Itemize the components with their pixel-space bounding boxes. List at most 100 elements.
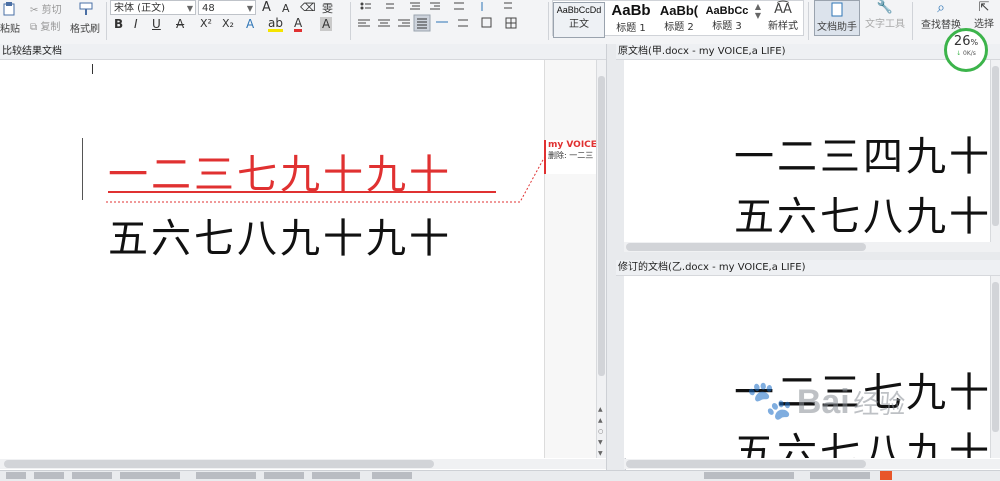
numbered-list-icon bbox=[386, 3, 394, 9]
balloon-author: my VOICE, bbox=[548, 140, 596, 150]
bold-button[interactable]: B bbox=[114, 17, 123, 31]
font-size-select[interactable]: 48 ▼ bbox=[198, 0, 256, 15]
watermark: 🐾 Bai 经验 bbox=[746, 378, 905, 423]
hscroll-thumb[interactable] bbox=[626, 460, 866, 468]
scissors-icon: ✂ bbox=[30, 5, 39, 16]
show-marks-icon bbox=[504, 2, 512, 9]
wps-logo-icon bbox=[880, 471, 892, 480]
doc-assistant-button[interactable]: 文档助手 bbox=[814, 0, 860, 36]
cut-label: 剪切 bbox=[41, 5, 62, 16]
revision-connector bbox=[106, 157, 545, 203]
font-name-value: 宋体 (正文) bbox=[114, 3, 165, 14]
revised-vertical-scrollbar[interactable] bbox=[990, 276, 1000, 458]
status-item[interactable] bbox=[6, 472, 26, 479]
highlight-button[interactable]: ab bbox=[268, 17, 283, 32]
style-sample: AaBb bbox=[611, 2, 651, 19]
paste-button[interactable]: 粘贴 bbox=[0, 2, 22, 38]
comparison-vertical-scrollbar[interactable]: ▲ ▲ ○ ▼ ▼ bbox=[596, 60, 606, 458]
revised-text-line[interactable]: 五六七八九十 bbox=[734, 420, 990, 458]
chevron-down-icon: ▼ bbox=[186, 4, 193, 13]
find-replace-button[interactable]: ⌕ 查找替换 bbox=[918, 0, 964, 31]
font-color-button[interactable]: A bbox=[294, 17, 303, 32]
status-item[interactable] bbox=[196, 472, 256, 479]
style-heading-3[interactable]: AaBbCc 标题 3 bbox=[703, 2, 751, 36]
network-speed-widget[interactable]: 26% ↓ 0K/s bbox=[944, 28, 988, 72]
style-normal[interactable]: AaBbCcDd 正文 bbox=[553, 2, 605, 38]
paste-label: 粘贴 bbox=[0, 24, 20, 35]
paragraph-toolbar[interactable] bbox=[354, 0, 544, 40]
shrink-font-button[interactable]: A bbox=[282, 2, 290, 15]
scroll-nav-icons[interactable]: ▲ ▲ ○ ▼ ▼ bbox=[598, 404, 603, 459]
status-item[interactable] bbox=[120, 472, 180, 479]
style-name: 标题 3 bbox=[712, 21, 742, 32]
style-gallery: AaBbCcDd 正文 AaBb 标题 1 AaBb( 标题 2 AaBbCc … bbox=[552, 0, 804, 38]
style-name: 正文 bbox=[569, 19, 589, 30]
char-shading-button[interactable]: A bbox=[320, 17, 333, 31]
new-style-icon: A͡A bbox=[774, 2, 792, 17]
comparison-document-pane: 一二三七九十九十 五六七八九十九十 my VOICE, 删除: 一二三 bbox=[0, 60, 596, 458]
border-icon bbox=[505, 17, 517, 29]
original-vertical-scrollbar[interactable] bbox=[990, 60, 1000, 242]
status-item[interactable] bbox=[72, 472, 112, 479]
view-mode-icons[interactable] bbox=[704, 472, 794, 479]
format-painter-button[interactable]: 格式刷 bbox=[70, 2, 104, 38]
hscroll-thumb[interactable] bbox=[4, 460, 434, 468]
status-item[interactable] bbox=[312, 472, 360, 479]
cut-button[interactable]: ✂ 剪切 bbox=[30, 1, 62, 16]
underline-button[interactable]: U bbox=[152, 17, 161, 31]
hscroll-thumb[interactable] bbox=[626, 243, 866, 251]
find-replace-label: 查找替换 bbox=[921, 20, 961, 31]
chevron-down-icon: ▼ bbox=[246, 4, 253, 13]
copy-button[interactable]: ⧉ 复制 bbox=[30, 18, 60, 33]
subscript-button[interactable]: X₂ bbox=[222, 17, 234, 30]
speed-rate: ↓ 0K/s bbox=[956, 50, 976, 57]
pane-divider[interactable] bbox=[616, 252, 1000, 260]
search-icon: ⌕ bbox=[937, 0, 945, 16]
scroll-thumb[interactable] bbox=[992, 66, 999, 226]
format-painter-icon bbox=[79, 2, 93, 15]
balloon-text: 删除: 一二三 bbox=[548, 151, 594, 160]
scroll-thumb[interactable] bbox=[992, 282, 999, 432]
original-horizontal-scrollbar[interactable] bbox=[624, 242, 1000, 252]
style-heading-1[interactable]: AaBb 标题 1 bbox=[607, 2, 655, 36]
original-text-line[interactable]: 一二三四九十 bbox=[734, 124, 990, 182]
style-name: 标题 2 bbox=[664, 22, 694, 33]
margin-marker-top bbox=[92, 64, 93, 74]
phonetic-guide-button[interactable]: 雯 bbox=[322, 0, 333, 16]
comparison-pane-title: 比较结果文档 bbox=[0, 44, 608, 60]
watermark-logo-icon: 🐾 bbox=[746, 378, 794, 422]
revised-pane-title: 修订的文档(乙.docx - my VOICE,a LIFE) bbox=[616, 260, 1000, 276]
font-size-value: 48 bbox=[202, 3, 215, 14]
comparison-horizontal-scrollbar[interactable] bbox=[0, 459, 606, 469]
revised-document-pane: 一二三七九十 五六七八九十 🐾 Bai 经验 bbox=[624, 276, 990, 458]
zoom-control[interactable] bbox=[810, 472, 870, 479]
select-button[interactable]: ⇱ 选择 bbox=[968, 0, 1000, 30]
new-style-button[interactable]: A͡A 新样式 bbox=[763, 2, 803, 36]
status-item[interactable] bbox=[264, 472, 304, 479]
superscript-button[interactable]: X² bbox=[200, 17, 212, 30]
doc-assistant-icon bbox=[831, 2, 843, 17]
align-center-icon bbox=[378, 19, 390, 27]
original-text-line[interactable]: 五六七八九十 bbox=[734, 184, 990, 242]
style-heading-2[interactable]: AaBb( 标题 2 bbox=[655, 2, 703, 36]
select-label: 选择 bbox=[974, 19, 994, 30]
scroll-thumb[interactable] bbox=[598, 76, 605, 376]
strikethrough-button[interactable]: A bbox=[176, 17, 184, 31]
watermark-sub: 经验 bbox=[853, 390, 906, 420]
text-tools-button[interactable]: 🔧 文字工具 bbox=[862, 0, 908, 30]
grow-font-button[interactable]: A bbox=[262, 0, 271, 15]
new-style-label: 新样式 bbox=[768, 21, 798, 32]
style-gallery-scroll[interactable]: ▲ ▼ bbox=[753, 2, 763, 36]
speed-percent: 26% bbox=[953, 34, 979, 49]
font-name-select[interactable]: 宋体 (正文) ▼ bbox=[110, 0, 196, 15]
clear-format-button[interactable]: ⌫ bbox=[300, 1, 316, 14]
revision-balloon[interactable]: my VOICE, 删除: 一二三 bbox=[544, 140, 596, 174]
align-right-icon bbox=[398, 19, 410, 27]
status-item[interactable] bbox=[372, 472, 412, 479]
italic-button[interactable]: I bbox=[134, 17, 138, 31]
status-item[interactable] bbox=[34, 472, 64, 479]
text-effect-button[interactable]: A bbox=[246, 17, 254, 31]
indent-increase-icon bbox=[430, 2, 440, 10]
revised-horizontal-scrollbar[interactable] bbox=[624, 459, 1000, 469]
original-pane-title: 原文档(甲.docx - my VOICE,a LIFE) bbox=[616, 44, 1000, 60]
